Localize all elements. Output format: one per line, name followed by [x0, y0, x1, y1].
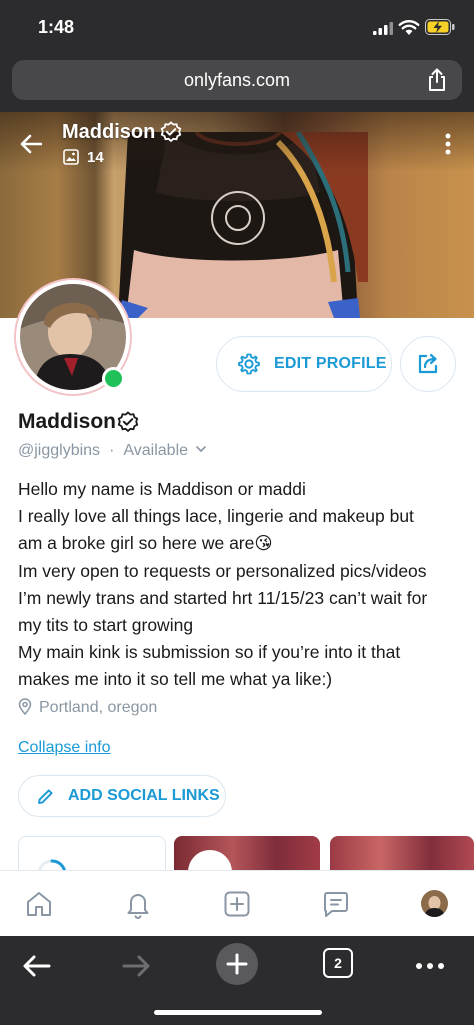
home-icon[interactable]	[24, 889, 54, 919]
share-arrow-icon	[418, 353, 438, 374]
url-text[interactable]: onlyfans.com	[12, 70, 462, 91]
edit-profile-button[interactable]: EDIT PROFILE	[216, 336, 392, 392]
media-count: 14	[87, 149, 104, 166]
handle-row: @jigglybins · Available	[18, 442, 206, 460]
profile-bio: Hello my name is Maddison or maddi I rea…	[18, 476, 458, 694]
image-count-icon	[63, 149, 79, 165]
pencil-icon	[38, 789, 53, 804]
bio-line: my tits to start growing	[18, 615, 194, 636]
bio-line: I’m newly trans and started hrt 11/15/23…	[18, 587, 428, 608]
share-profile-button[interactable]	[400, 336, 456, 392]
location-pin-icon	[18, 698, 32, 715]
location-text: Portland, oregon	[39, 699, 158, 716]
tabs-icon[interactable]: 2	[323, 948, 353, 978]
profile-name: Maddison	[18, 410, 116, 433]
browser-top-bar: 1:48 onlyfans.com	[0, 0, 474, 112]
bio-line: I really love all things lace, lingerie …	[18, 506, 414, 527]
home-indicator	[154, 1010, 322, 1015]
add-social-links-button[interactable]: ADD SOCIAL LINKS	[18, 775, 226, 817]
browser-bottom-bar: 2	[0, 936, 474, 1025]
chevron-down-icon[interactable]	[196, 445, 206, 453]
location-row: Portland, oregon	[18, 698, 157, 717]
forward-icon[interactable]	[120, 950, 152, 982]
collapse-info-link[interactable]: Collapse info	[18, 739, 111, 757]
gear-icon	[238, 353, 260, 375]
online-status-dot	[102, 367, 125, 390]
back-arrow-icon[interactable]	[20, 134, 42, 154]
status-bar: 1:48	[0, 0, 474, 56]
signal-icon	[373, 22, 393, 35]
new-tab-button[interactable]	[216, 943, 258, 985]
bio-line: makes me into it so tell me what ya like…	[18, 669, 333, 690]
more-icon[interactable]	[414, 950, 446, 982]
verified-badge-icon	[117, 411, 139, 433]
bell-icon[interactable]	[123, 889, 153, 919]
edit-profile-label: EDIT PROFILE	[274, 355, 387, 372]
more-vertical-icon[interactable]	[444, 132, 452, 156]
bottom-app-nav	[0, 870, 474, 937]
availability-dropdown[interactable]: Available	[123, 442, 188, 459]
new-tab-icon	[226, 953, 248, 975]
wifi-icon	[398, 20, 420, 35]
share-icon[interactable]	[426, 68, 448, 92]
bio-line: My main kink is submission so if you’re …	[18, 642, 401, 663]
verified-badge-icon	[160, 121, 182, 143]
status-time: 1:48	[38, 17, 75, 37]
cover-header: Maddison 14	[0, 112, 474, 192]
avatar[interactable]	[421, 890, 448, 917]
profile-handle: @jigglybins	[18, 442, 101, 459]
back-icon[interactable]	[21, 950, 53, 982]
bio-line: am a broke girl so here we are😘	[18, 533, 273, 554]
add-social-links-label: ADD SOCIAL LINKS	[68, 787, 220, 804]
bio-line: Im very open to requests or personalized…	[18, 560, 427, 581]
cover-profile-name: Maddison	[62, 121, 156, 143]
add-post-icon[interactable]	[222, 889, 252, 919]
url-bar[interactable]: onlyfans.com	[12, 60, 462, 100]
battery-charging-icon	[425, 19, 455, 35]
separator-dot: ·	[109, 442, 115, 459]
messages-icon[interactable]	[321, 889, 351, 919]
bio-line: Hello my name is Maddison or maddi	[18, 479, 306, 499]
